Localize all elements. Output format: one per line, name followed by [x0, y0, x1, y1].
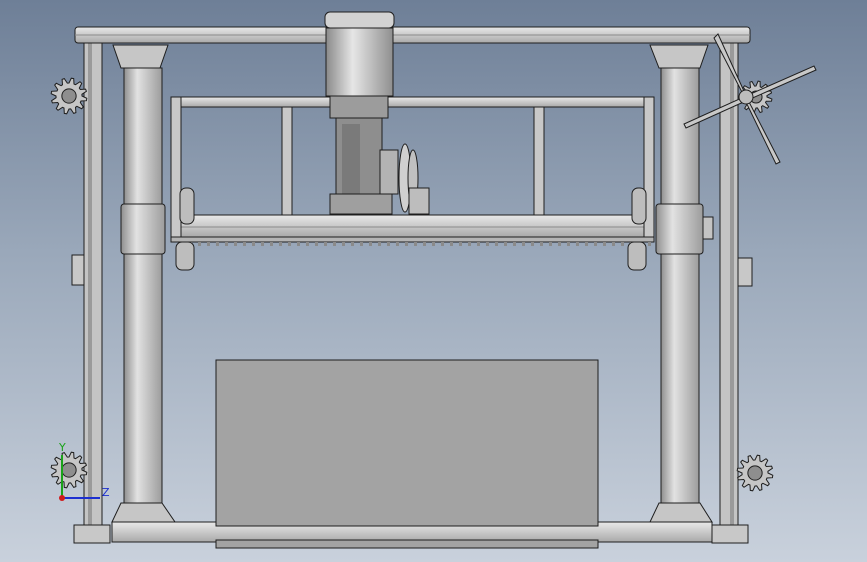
frame-post-left[interactable]: [83, 41, 103, 529]
origin-x-point: [59, 495, 65, 501]
column-left[interactable]: [111, 44, 176, 523]
workpiece-block[interactable]: [215, 359, 599, 527]
gear-bottom-left[interactable]: gear: [50, 451, 88, 489]
assembly-drawing[interactable]: motor pulley geargeargear handwheel gear: [0, 0, 867, 562]
top-beam[interactable]: [74, 26, 751, 44]
y-axis-label: Y: [59, 441, 66, 454]
gear-top-left[interactable]: gear: [50, 77, 88, 115]
pulley[interactable]: pulley: [398, 143, 430, 215]
frame-post-right[interactable]: [719, 41, 739, 529]
z-axis-label: Z: [102, 486, 110, 499]
motor[interactable]: motor: [324, 11, 399, 215]
gear-bottom-right[interactable]: gear: [736, 454, 774, 492]
cad-viewport[interactable]: motor pulley geargeargear handwheel gear: [0, 0, 867, 562]
